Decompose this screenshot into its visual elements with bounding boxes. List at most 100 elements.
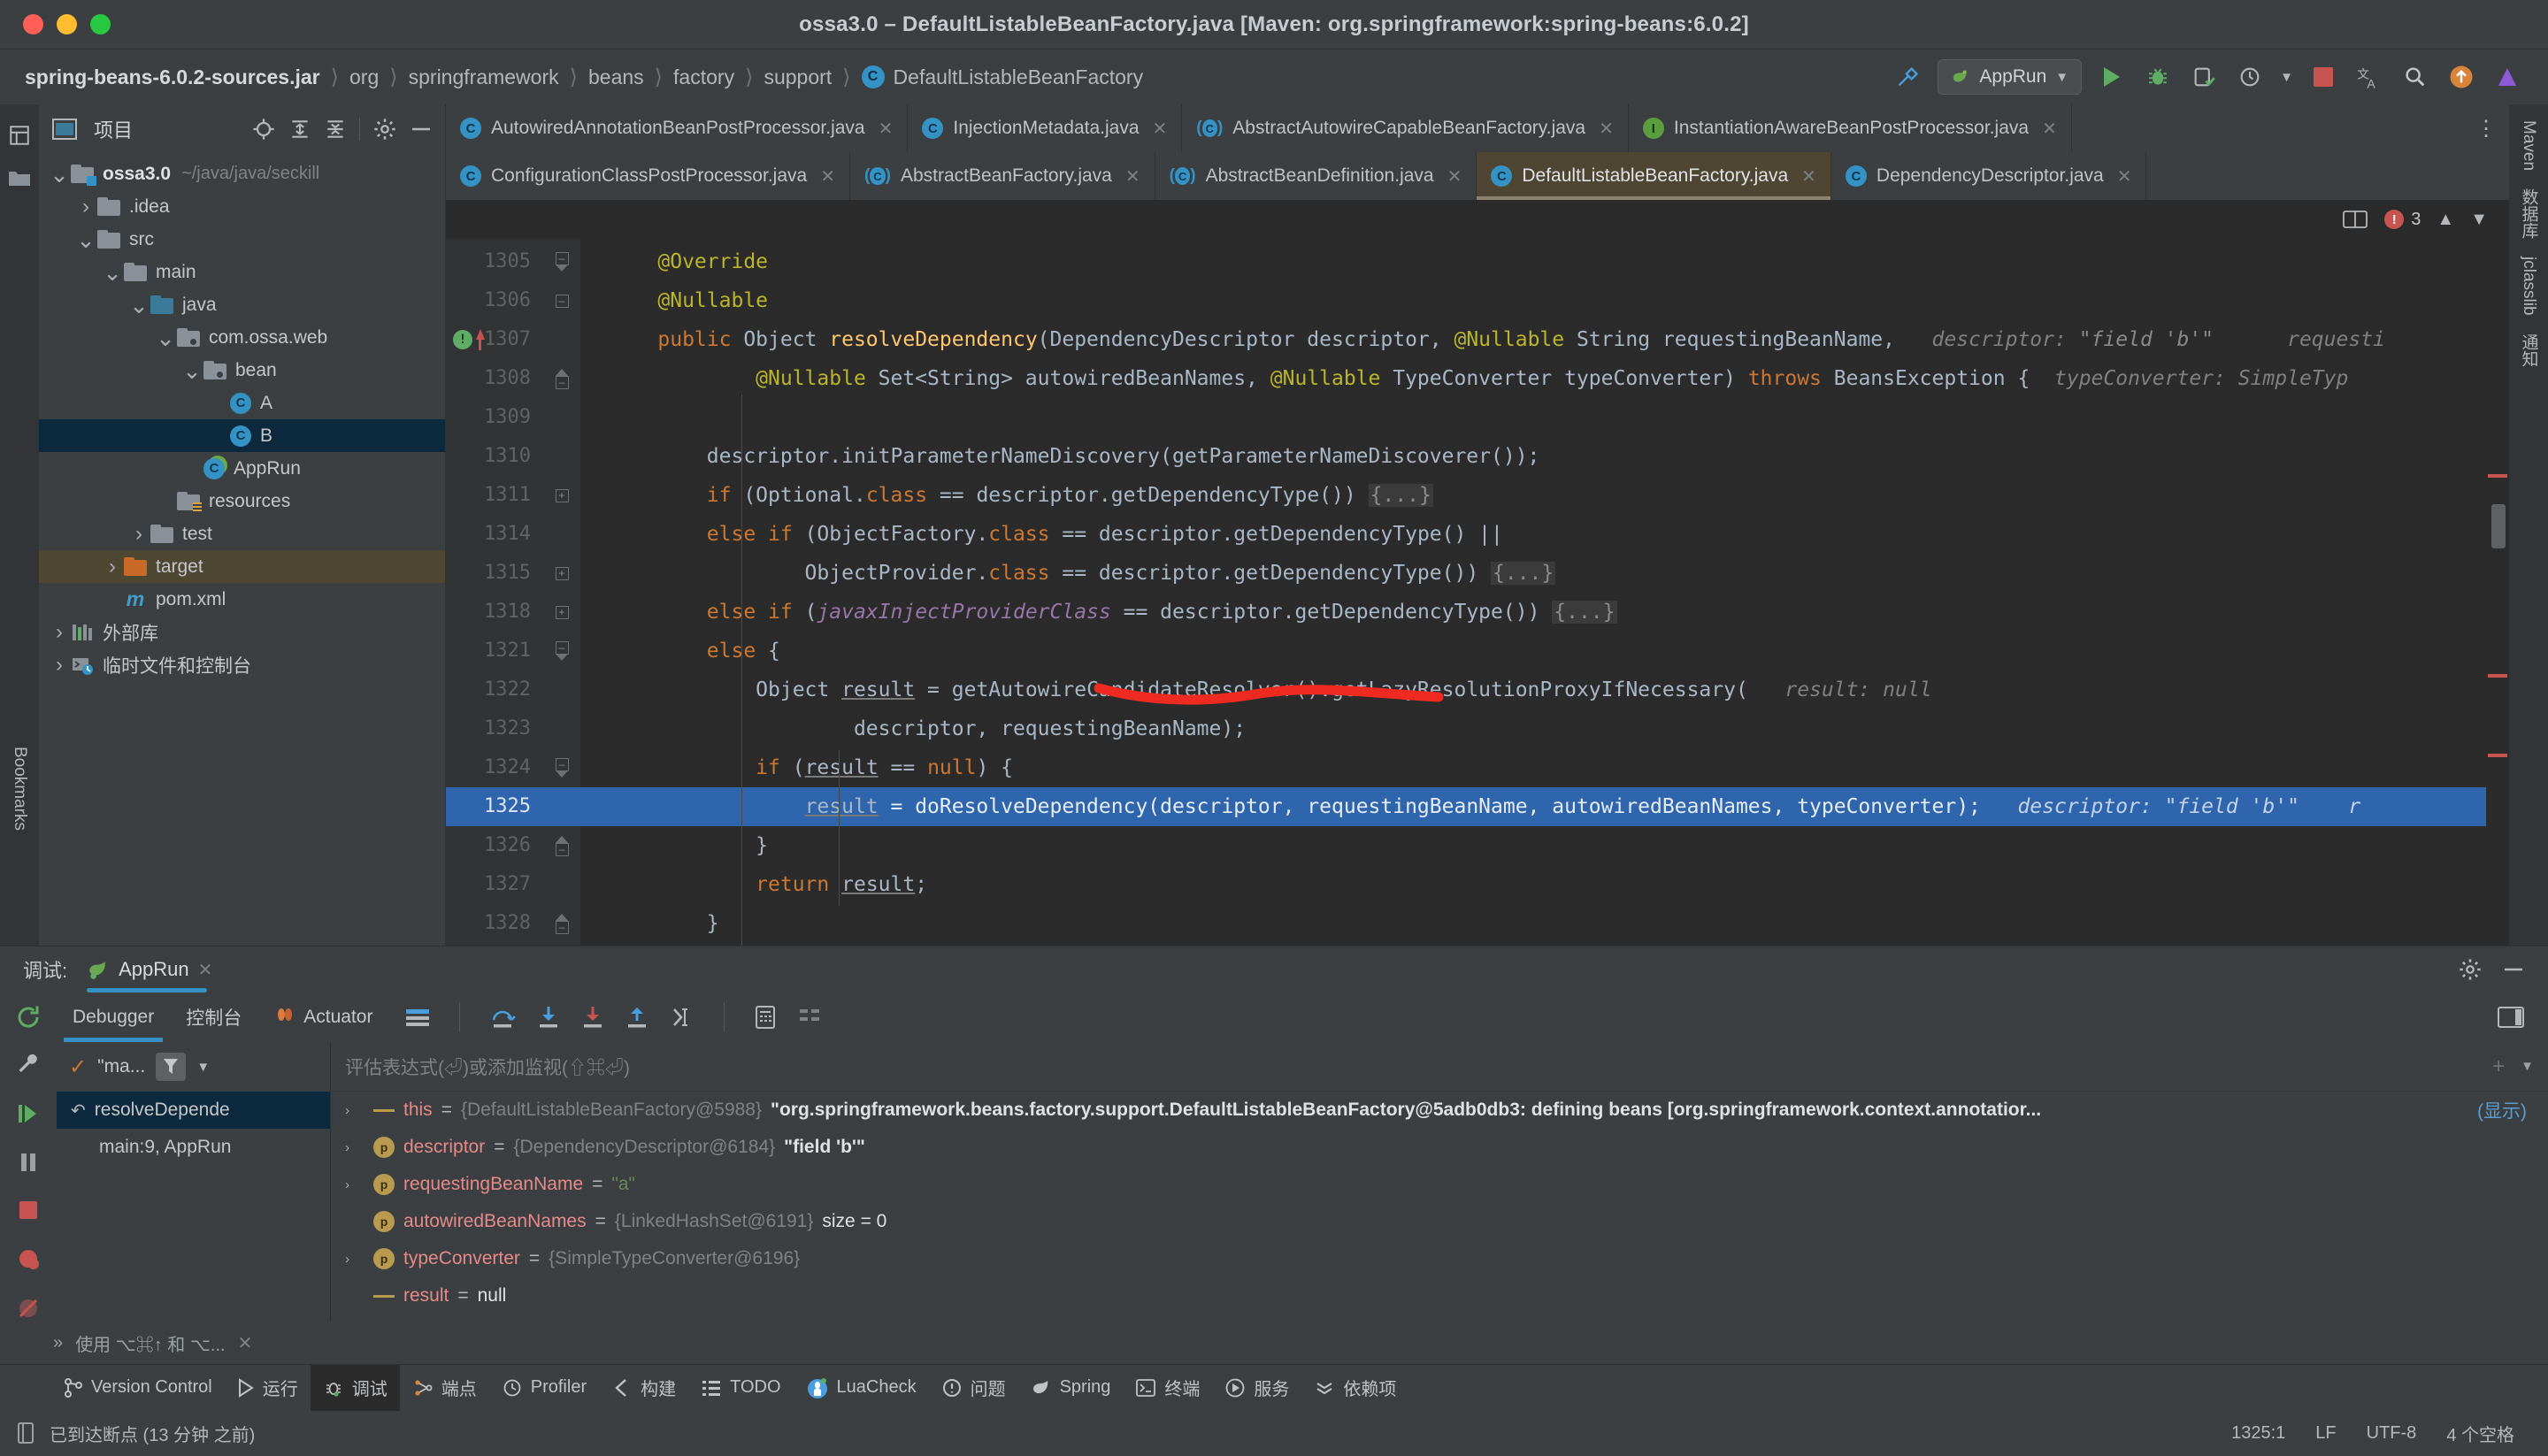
line-number[interactable]: 1325 bbox=[446, 787, 543, 826]
evaluate-expression-icon[interactable] bbox=[753, 1004, 778, 1031]
tool-window-version-control[interactable]: Version Control bbox=[51, 1365, 225, 1411]
fold-marker[interactable]: – bbox=[543, 826, 580, 865]
tree-item-.idea[interactable]: › .idea bbox=[39, 190, 445, 223]
chevron-right-icon[interactable]: › bbox=[345, 1140, 365, 1155]
tool-window-profiler[interactable]: Profiler bbox=[489, 1365, 599, 1411]
line-number[interactable]: 1311 bbox=[446, 476, 543, 515]
breadcrumb[interactable]: spring-beans-6.0.2-sources.jar ⟩ org ⟩ s… bbox=[16, 65, 1152, 90]
tree-item-b[interactable]: CB bbox=[39, 419, 445, 452]
layout-settings-icon[interactable] bbox=[797, 1005, 822, 1030]
line-number[interactable]: 1324 bbox=[446, 748, 543, 787]
fold-marker[interactable]: + bbox=[543, 593, 580, 632]
code-folding-gutter[interactable]: – – – + + + – – – – – bbox=[543, 239, 580, 946]
code-line[interactable]: else if (javaxInjectProviderClass == des… bbox=[580, 593, 2486, 632]
code-line[interactable]: result = doResolveDependency(descriptor,… bbox=[580, 787, 2486, 826]
sidebar-item-bookmarks[interactable]: Bookmarks bbox=[6, 738, 33, 839]
chevron-right-icon[interactable]: › bbox=[48, 620, 71, 645]
code-line[interactable]: descriptor, requestingBeanName); bbox=[580, 709, 2486, 748]
fold-marker[interactable] bbox=[543, 709, 580, 748]
expand-hint-icon[interactable]: » bbox=[53, 1333, 63, 1353]
editor-tab-row-1[interactable]: C AutowiredAnnotationBeanPostProcessor.ja… bbox=[446, 104, 2509, 152]
fold-marker[interactable]: – bbox=[543, 943, 580, 946]
tree-item-target[interactable]: › target bbox=[39, 550, 445, 583]
frames-layout-icon[interactable] bbox=[404, 1006, 431, 1029]
debug-tab-debugger[interactable]: Debugger bbox=[57, 992, 170, 1042]
code-line[interactable]: public Object resolveDependency(Dependen… bbox=[580, 320, 2486, 359]
editor-tab-abstractautowirecapablebeanfactory[interactable]: (C) AbstractAutowireCapableBeanFactory.ja… bbox=[1182, 104, 1629, 152]
chevron-down-icon[interactable]: ▼ bbox=[2521, 1059, 2534, 1074]
breakpoint-icon[interactable]: ! bbox=[453, 330, 472, 349]
tree-item-a[interactable]: CA bbox=[39, 387, 445, 419]
line-number[interactable]: 1314 bbox=[446, 515, 543, 554]
error-count-badge[interactable]: ! 3 bbox=[2384, 210, 2421, 230]
fold-collapse-icon[interactable]: – bbox=[555, 375, 569, 389]
frames-list[interactable]: ↶ resolveDepende main:9, AppRun bbox=[57, 1092, 330, 1166]
close-icon[interactable]: ✕ bbox=[1801, 165, 1816, 188]
fold-marker[interactable] bbox=[543, 787, 580, 826]
tool-window-luacheck[interactable]: LuaCheck bbox=[794, 1365, 929, 1411]
chevron-right-icon[interactable]: › bbox=[74, 195, 97, 219]
collapse-all-icon[interactable] bbox=[324, 118, 347, 141]
fold-marker[interactable] bbox=[543, 515, 580, 554]
tree-item-resources[interactable]: resources bbox=[39, 485, 445, 517]
editor-marker-strip[interactable] bbox=[2486, 239, 2509, 946]
view-breakpoints-icon[interactable] bbox=[15, 1245, 42, 1272]
editor-tab-autowiredannotationbeanpostprocessor[interactable]: C AutowiredAnnotationBeanPostProcessor.ja… bbox=[446, 104, 909, 152]
hammer-icon[interactable] bbox=[1892, 61, 1923, 93]
fold-marker[interactable]: + bbox=[543, 554, 580, 593]
debug-tab-actuator[interactable]: Actuator bbox=[257, 992, 388, 1042]
coverage-icon[interactable] bbox=[2188, 61, 2220, 93]
wrench-icon[interactable] bbox=[16, 1053, 41, 1077]
prev-problem-icon[interactable]: ▲ bbox=[2437, 210, 2454, 230]
fold-collapse-icon[interactable]: – bbox=[555, 641, 569, 655]
fold-marker[interactable]: – bbox=[543, 748, 580, 787]
line-number[interactable]: 1305 bbox=[446, 242, 543, 281]
close-icon[interactable]: ✕ bbox=[238, 1332, 253, 1354]
fold-expand-icon[interactable]: + bbox=[555, 605, 569, 619]
run-to-cursor-icon[interactable] bbox=[669, 1004, 695, 1031]
frame-row[interactable]: main:9, AppRun bbox=[57, 1129, 330, 1166]
chevron-right-icon[interactable]: › bbox=[345, 1252, 365, 1267]
chevron-down-icon[interactable]: ⌄ bbox=[154, 326, 177, 349]
debug-session-tab[interactable]: AppRun ✕ bbox=[81, 946, 223, 992]
breadcrumb-item-org[interactable]: org bbox=[341, 65, 388, 89]
line-number[interactable]: 1307! bbox=[446, 320, 543, 359]
line-separator[interactable]: LF bbox=[2315, 1423, 2336, 1444]
line-number[interactable]: 1318 bbox=[446, 593, 543, 632]
more-tabs-icon[interactable]: ⋮ bbox=[2475, 116, 2497, 142]
close-icon[interactable]: ✕ bbox=[2042, 118, 2057, 140]
editor-tab-instantiationawarebeanpostprocessor[interactable]: I InstantiationAwareBeanPostProcessor.jav… bbox=[1629, 104, 2072, 152]
editor-tab-injectionmetadata[interactable]: C InjectionMetadata.java ✕ bbox=[908, 104, 1183, 152]
force-step-into-icon[interactable] bbox=[580, 1004, 605, 1031]
tool-window-依赖项[interactable]: 依赖项 bbox=[1301, 1365, 1408, 1411]
fold-expand-icon[interactable]: + bbox=[555, 488, 569, 502]
tree-item-java[interactable]: ⌄ java bbox=[39, 288, 445, 321]
sidebar-item-notifications[interactable]: 通知 bbox=[2513, 325, 2544, 376]
code-line[interactable]: if (result == null) { bbox=[580, 748, 2486, 787]
chevron-down-icon[interactable]: ▼ bbox=[196, 1060, 210, 1075]
editor-tab-row-2[interactable]: C ConfigurationClassPostProcessor.java ✕(C… bbox=[446, 152, 2509, 200]
tool-window-调试[interactable]: 调试 bbox=[310, 1364, 400, 1411]
resume-program-icon[interactable] bbox=[15, 1100, 42, 1127]
line-number[interactable]: 1306 bbox=[446, 281, 543, 320]
code-line[interactable] bbox=[580, 398, 2486, 437]
indent-setting[interactable]: 4 个空格 bbox=[2446, 1421, 2514, 1446]
code-line[interactable]: if (Optional.class == descriptor.getDepe… bbox=[580, 476, 2486, 515]
variable-row[interactable]: p autowiredBeanNames = {LinkedHashSet@619… bbox=[331, 1203, 2548, 1240]
show-value-link[interactable]: (显示) bbox=[2477, 1097, 2527, 1123]
translate-icon[interactable]: 文A bbox=[2353, 61, 2385, 93]
variable-row[interactable]: › p typeConverter = {SimpleTypeConverter@6… bbox=[331, 1240, 2548, 1277]
chevron-down-icon[interactable]: ⌄ bbox=[74, 228, 97, 251]
line-number-gutter[interactable]: 1305 1306 1307! 1308 1309 1310 1311 1314 1315 131… bbox=[446, 239, 543, 946]
gear-icon[interactable] bbox=[2458, 957, 2483, 982]
ai-icon[interactable] bbox=[2491, 61, 2523, 93]
breadcrumb-item-support[interactable]: support bbox=[755, 65, 840, 89]
line-number[interactable]: 1327 bbox=[446, 865, 543, 904]
mute-breakpoints-icon[interactable] bbox=[15, 1295, 42, 1322]
tool-window-spring[interactable]: Spring bbox=[1018, 1365, 1124, 1411]
code-line[interactable]: Object result = getAutowireCandidateReso… bbox=[580, 671, 2486, 709]
code-line[interactable]: } bbox=[580, 943, 2486, 946]
run-configuration-selector[interactable]: AppRun ▼ bbox=[1938, 59, 2083, 95]
close-icon[interactable]: ✕ bbox=[1447, 165, 1462, 188]
reader-mode-icon[interactable] bbox=[2342, 209, 2368, 230]
